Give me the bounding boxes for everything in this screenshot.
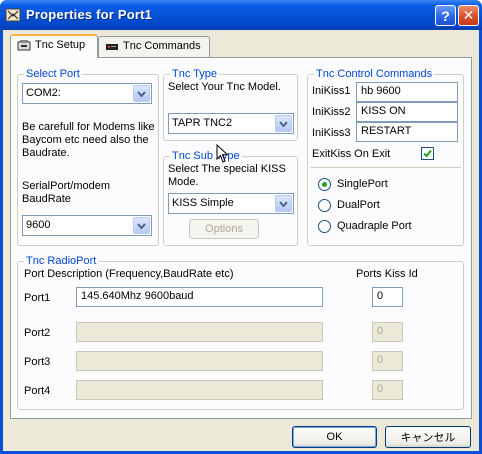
port-warning-line: Baudrate. <box>22 147 70 159</box>
port-description-header: Port Description (Frequency,BaudRate etc… <box>24 268 234 280</box>
tab-tnc-commands[interactable]: Tnc Commands <box>98 36 210 58</box>
inikiss1-label: IniKiss1 <box>312 85 351 97</box>
group-title: Tnc Control Commands <box>314 68 435 80</box>
port4-description-input[interactable] <box>76 380 323 400</box>
control-commands-group: Tnc Control Commands IniKiss1 hb 9600 In… <box>307 68 464 246</box>
ok-button[interactable]: OK <box>292 426 377 448</box>
chevron-down-icon[interactable] <box>133 217 150 234</box>
baud-label: BaudRate <box>22 193 71 205</box>
port-warning-line: Be carefull for Modems like <box>22 121 155 133</box>
port-combo[interactable]: COM2: <box>22 83 152 104</box>
radio-port-group: Tnc RadioPort Port Description (Frequenc… <box>17 255 464 410</box>
combo-value: TAPR TNC2 <box>172 117 233 129</box>
radio-selected-dot <box>322 182 327 187</box>
exitkiss-checkbox[interactable] <box>421 147 434 160</box>
checkmark-icon <box>423 149 432 158</box>
port2-description-input[interactable] <box>76 322 323 342</box>
combo-value: KISS Simple <box>172 197 234 209</box>
help-button[interactable]: ? <box>435 5 456 26</box>
commands-icon <box>105 40 119 52</box>
group-title: Tnc RadioPort <box>24 255 99 267</box>
exitkiss-label: ExitKiss On Exit <box>312 148 391 160</box>
port3-kiss-id-input[interactable]: 0 <box>372 351 403 371</box>
group-title: Select Port <box>24 68 82 80</box>
port3-description-input[interactable] <box>76 351 323 371</box>
window-title: Properties for Port1 <box>26 7 153 22</box>
baud-combo[interactable]: 9600 <box>22 215 152 236</box>
port1-description-input[interactable]: 145.640Mhz 9600baud <box>76 287 323 307</box>
ports-kiss-id-header: Ports Kiss Id <box>356 268 418 280</box>
mouse-cursor-icon <box>216 143 229 167</box>
inikiss1-input[interactable]: hb 9600 <box>356 82 458 102</box>
tab-tnc-setup[interactable]: Tnc Setup <box>10 34 98 58</box>
subtype-combo[interactable]: KISS Simple <box>168 193 294 214</box>
quadraple-port-label[interactable]: Quadraple Port <box>337 220 412 233</box>
select-port-group: Select Port COM2: Be carefull for Modems… <box>17 68 159 246</box>
radio-quadraple-port[interactable] <box>318 220 331 233</box>
inikiss2-input[interactable]: KISS ON <box>356 102 458 122</box>
tnc-type-group: Tnc Type Select Your Tnc Model. TAPR TNC… <box>163 68 298 141</box>
subtype-prompt: Mode. <box>168 176 199 188</box>
close-button[interactable]: ✕ <box>458 5 479 26</box>
cancel-button[interactable]: キャンセル <box>385 426 471 448</box>
tnc-subtype-group: Tnc Sub Type Select The special KISS Mod… <box>163 150 298 246</box>
port1-kiss-id-input[interactable]: 0 <box>372 287 403 307</box>
tnc-type-prompt: Select Your Tnc Model. <box>168 81 281 93</box>
singleport-label[interactable]: SinglePort <box>337 178 388 191</box>
tnc-type-combo[interactable]: TAPR TNC2 <box>168 113 294 134</box>
group-title: Tnc Type <box>170 68 220 80</box>
title-bar[interactable]: Properties for Port1 ? ✕ <box>0 0 482 30</box>
radio-singleport[interactable] <box>318 178 331 191</box>
chevron-down-icon[interactable] <box>275 195 292 212</box>
port3-label: Port3 <box>24 356 51 368</box>
radio-dualport[interactable] <box>318 199 331 212</box>
setup-icon <box>17 39 31 51</box>
port4-kiss-id-input[interactable]: 0 <box>372 380 403 400</box>
combo-value: COM2: <box>26 87 61 99</box>
tab-label: Tnc Commands <box>123 40 201 52</box>
chevron-down-icon[interactable] <box>133 85 150 102</box>
chevron-down-icon[interactable] <box>275 115 292 132</box>
baud-label: SerialPort/modem <box>22 180 111 192</box>
tab-panel: Select Port COM2: Be carefull for Modems… <box>10 57 472 419</box>
port4-label: Port4 <box>24 385 51 397</box>
combo-value: 9600 <box>26 219 51 231</box>
app-icon <box>5 7 21 23</box>
divider <box>310 167 461 168</box>
options-button[interactable]: Options <box>189 219 259 239</box>
properties-window: Properties for Port1 ? ✕ Tnc Setup Tnc C… <box>0 0 482 454</box>
port1-label: Port1 <box>24 292 51 304</box>
port2-kiss-id-input[interactable]: 0 <box>372 322 403 342</box>
inikiss3-input[interactable]: RESTART <box>356 122 458 142</box>
port-warning-line: Baycom etc need also the <box>22 134 149 146</box>
inikiss3-label: IniKiss3 <box>312 127 351 139</box>
tab-label: Tnc Setup <box>35 39 86 51</box>
port2-label: Port2 <box>24 327 51 339</box>
group-title: Tnc Sub Type <box>170 150 242 162</box>
inikiss2-label: IniKiss2 <box>312 106 351 118</box>
dialog-client: Tnc Setup Tnc Commands Select Port COM2:… <box>3 30 479 451</box>
dualport-label[interactable]: DualPort <box>337 199 380 212</box>
